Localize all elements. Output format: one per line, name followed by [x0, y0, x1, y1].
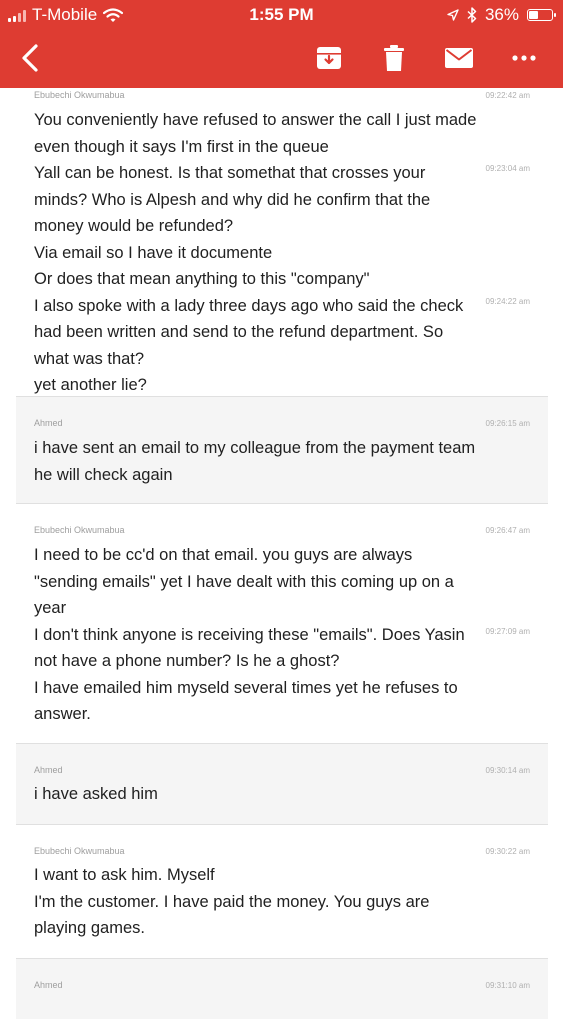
message-card: Ebubechi Okwumabua 09:30:22 am I want to…	[16, 825, 548, 959]
status-right: 36%	[447, 5, 556, 25]
timestamp: 09:22:42 am	[485, 91, 530, 100]
timestamp: 09:31:10 am	[485, 981, 530, 990]
timestamp: 09:23:04 am	[485, 164, 530, 173]
message-line: what was that?	[34, 350, 145, 368]
battery-percent: 36%	[484, 5, 519, 24]
sender-name: Ebubechi Okwumabua	[34, 525, 125, 535]
sender-name: Ahmed	[34, 418, 63, 428]
message-line: I want to ask him. Myself	[34, 866, 215, 884]
message-line: I also spoke with a lady three days ago …	[34, 297, 464, 315]
message-line: minds? Who is Alpesh and why did he conf…	[34, 191, 431, 209]
message-line: Yall can be honest. Is that somethat tha…	[34, 164, 426, 182]
message-line: answer.	[34, 705, 91, 723]
status-bar: T-Mobile 1:55 PM 36%	[0, 0, 563, 28]
message-line: playing games.	[34, 919, 145, 937]
message-line: year	[34, 599, 67, 617]
bluetooth-icon	[467, 7, 477, 23]
message-line: Or does that mean anything to this "comp…	[34, 270, 370, 288]
message-line: I have emailed him myseld several times …	[34, 679, 458, 697]
message-line: You conveniently have refused to answer …	[34, 111, 477, 129]
sender-name: Ebubechi Okwumabua	[34, 846, 125, 856]
message-line: i have sent an email to my colleague fro…	[34, 439, 476, 457]
message-line: even though it says I'm first in the que…	[34, 138, 329, 156]
timestamp: 09:30:22 am	[485, 847, 530, 856]
timestamp: 09:26:47 am	[485, 526, 530, 535]
timestamp: 09:24:22 am	[485, 297, 530, 306]
sender-name: Ahmed	[34, 765, 63, 775]
message-thread: Ebubechi Okwumabua 09:22:42 am 09:23:04 …	[16, 88, 548, 1019]
message-card: Ahmed 09:31:10 am	[16, 959, 548, 1019]
message-line: yet another lie?	[34, 376, 147, 394]
battery-fill	[529, 11, 538, 19]
message-card: Ebubechi Okwumabua 09:22:42 am 09:23:04 …	[16, 70, 548, 397]
message-line: I don't think anyone is receiving these …	[34, 626, 465, 644]
message-line: had been written and send to the refund …	[34, 323, 444, 341]
timestamp: 09:27:09 am	[485, 627, 530, 636]
sender-name: Ebubechi Okwumabua	[34, 90, 125, 100]
battery-icon	[527, 9, 556, 21]
message-line: i have asked him	[34, 785, 158, 803]
message-line: not have a phone number? Is he a ghost?	[34, 652, 340, 670]
message-card: Ebubechi Okwumabua 09:26:47 am 09:27:09 …	[16, 504, 548, 744]
sender-name: Ahmed	[34, 980, 63, 990]
timestamp: 09:30:14 am	[485, 766, 530, 775]
message-card: Ahmed 09:30:14 am i have asked him	[16, 744, 548, 825]
message-line: money would be refunded?	[34, 217, 234, 235]
message-line: "sending emails" yet I have dealt with t…	[34, 573, 454, 591]
message-card: Ahmed 09:26:15 am i have sent an email t…	[16, 397, 548, 504]
timestamp: 09:26:15 am	[485, 419, 530, 428]
message-line: I'm the customer. I have paid the money.…	[34, 893, 430, 911]
message-line: Via email so I have it documente	[34, 244, 273, 262]
message-line: I need to be cc'd on that email. you guy…	[34, 546, 413, 564]
location-icon	[447, 9, 459, 21]
message-line: he will check again	[34, 466, 173, 484]
